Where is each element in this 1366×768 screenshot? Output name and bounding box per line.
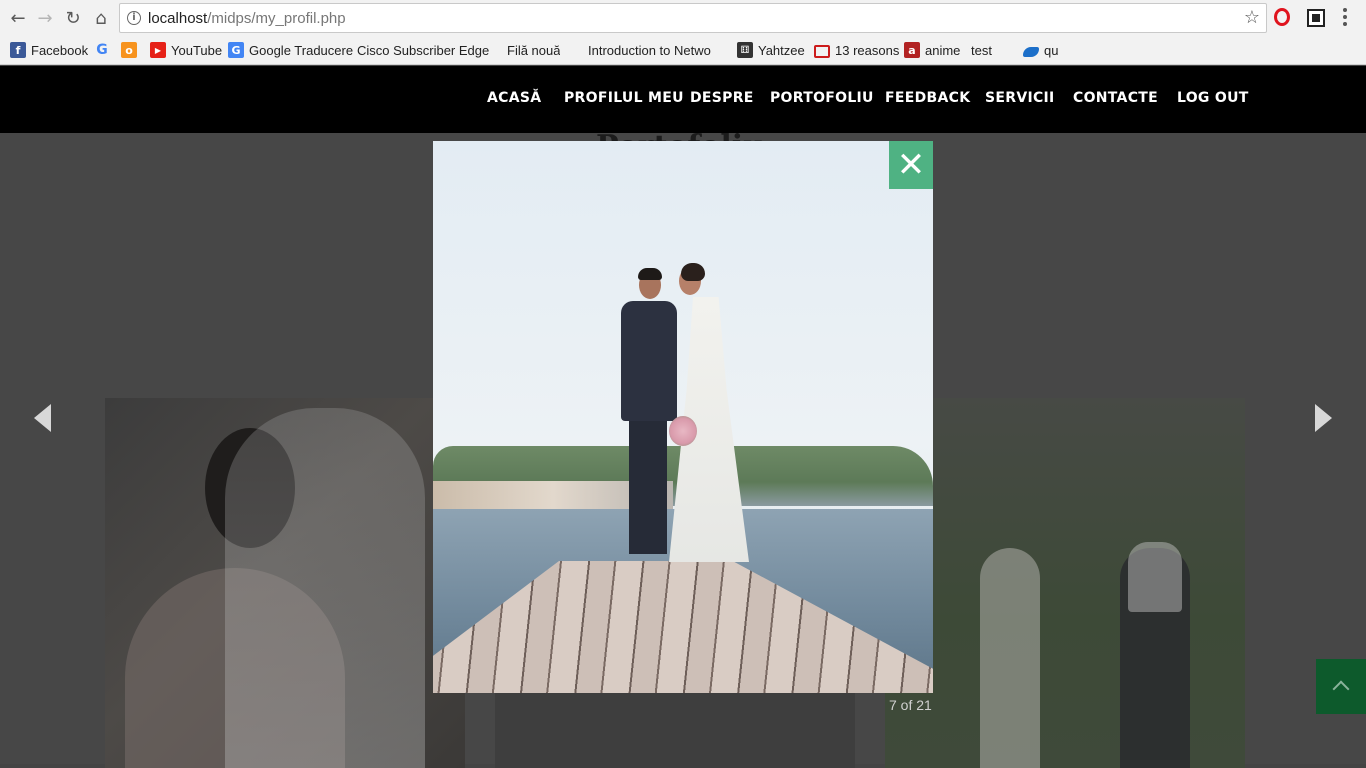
kebab-menu-icon[interactable] [1343,8,1347,26]
facebook-icon: f [10,42,26,58]
bookmark-anime[interactable]: a anime [904,41,960,59]
veil-shape [225,408,425,768]
back-to-top-button[interactable] [1316,659,1366,714]
bookmark-odnoklassniki[interactable]: o [121,41,142,59]
nav-profilul-meu[interactable]: PROFILUL MEU [564,90,684,106]
forward-arrow-icon[interactable]: → [33,6,57,30]
translate-icon: G [228,42,244,58]
groom-figure-shape [1120,542,1190,768]
bookmark-label: 13 reasons [835,42,900,58]
bride-figure-shape [980,548,1040,768]
lightbox-groom-figure [617,268,677,561]
bookmark-label: Cisco Subscriber Edge [357,42,490,58]
nav-despre[interactable]: DESPRE [690,90,754,106]
bookmark-label: Google Traducere [249,42,354,58]
bookmark-cisco[interactable]: Cisco Subscriber Edge [357,41,495,59]
youtube-icon: ▶ [150,42,166,58]
anime-icon: a [904,42,920,58]
tv-icon [814,44,830,58]
bookmark-label: Yahtzee [758,42,805,58]
image-counter: 7 of 21 [889,697,932,713]
close-icon[interactable]: ✕ [889,141,933,189]
address-bar[interactable]: i localhost/midps/my_profil.php ☆ [119,3,1267,33]
bookmark-label: YouTube [171,42,223,58]
extension-icon[interactable] [1307,9,1325,27]
url-text: localhost/midps/my_profil.php [148,10,346,27]
lightbox-bouquet-shape [669,416,697,446]
bookmark-label: test [971,42,992,58]
bookmark-label: anime [925,42,961,58]
bookmark-fila-noua[interactable]: Filă nouă [507,41,560,59]
nav-log-out[interactable]: LOG OUT [1177,90,1249,106]
bookmark-label: qu [1044,42,1059,58]
bookmark-13-reasons[interactable]: 13 reasons [814,41,899,59]
bookmark-google[interactable]: G [94,41,115,59]
nav-servicii[interactable]: SERVICII [985,90,1055,106]
bookmarks-bar: f Facebook G o ▶ YouTube G Google Traduc… [0,36,1366,65]
nav-feedback[interactable]: FEEDBACK [885,90,970,106]
opera-extension-icon[interactable] [1274,8,1290,26]
nav-acasa[interactable]: ACASĂ [487,90,541,106]
star-icon[interactable]: ☆ [1244,7,1260,28]
portfolio-thumb-bride-veil[interactable] [105,398,465,768]
bookmark-label: Introduction to Netwo [588,42,711,58]
odnoklassniki-icon: o [121,42,137,58]
bookmark-label: Facebook [31,42,89,58]
bookmark-test[interactable]: test [971,41,992,59]
bookmark-facebook[interactable]: f Facebook [10,41,88,59]
url-path: /midps/my_profil.php [207,10,346,27]
home-icon[interactable]: ⌂ [89,6,113,30]
cloud-icon [1023,46,1039,57]
dice-icon: ⚅ [737,42,753,58]
browser-toolbar: ← → ↻ ⌂ i localhost/midps/my_profil.php … [0,0,1366,36]
triangle-right-icon[interactable] [1315,404,1332,432]
portfolio-thumb-couple-walking[interactable] [885,398,1245,768]
nav-contacte[interactable]: CONTACTE [1073,90,1158,106]
lightbox-image [433,141,933,693]
reload-icon[interactable]: ↻ [61,6,85,30]
bookmark-intro-networking[interactable]: Introduction to Netwo [588,41,726,59]
bookmark-google-translate[interactable]: G Google Traducere [228,41,353,59]
site-navbar: ACASĂ PROFILUL MEU DESPRE PORTOFOLIU FEE… [0,66,1366,133]
url-host: localhost [148,10,208,27]
nav-portofoliu[interactable]: PORTOFOLIU [770,90,874,106]
bookmark-qu[interactable]: qu [1023,41,1058,59]
triangle-left-icon[interactable] [34,404,51,432]
back-arrow-icon[interactable]: ← [6,6,30,30]
bookmark-youtube[interactable]: ▶ YouTube [150,41,222,59]
bookmark-yahtzee[interactable]: ⚅ Yahtzee [737,41,805,59]
google-icon: G [96,42,108,58]
bookmark-label: Filă nouă [507,42,561,58]
info-icon[interactable]: i [127,11,141,25]
